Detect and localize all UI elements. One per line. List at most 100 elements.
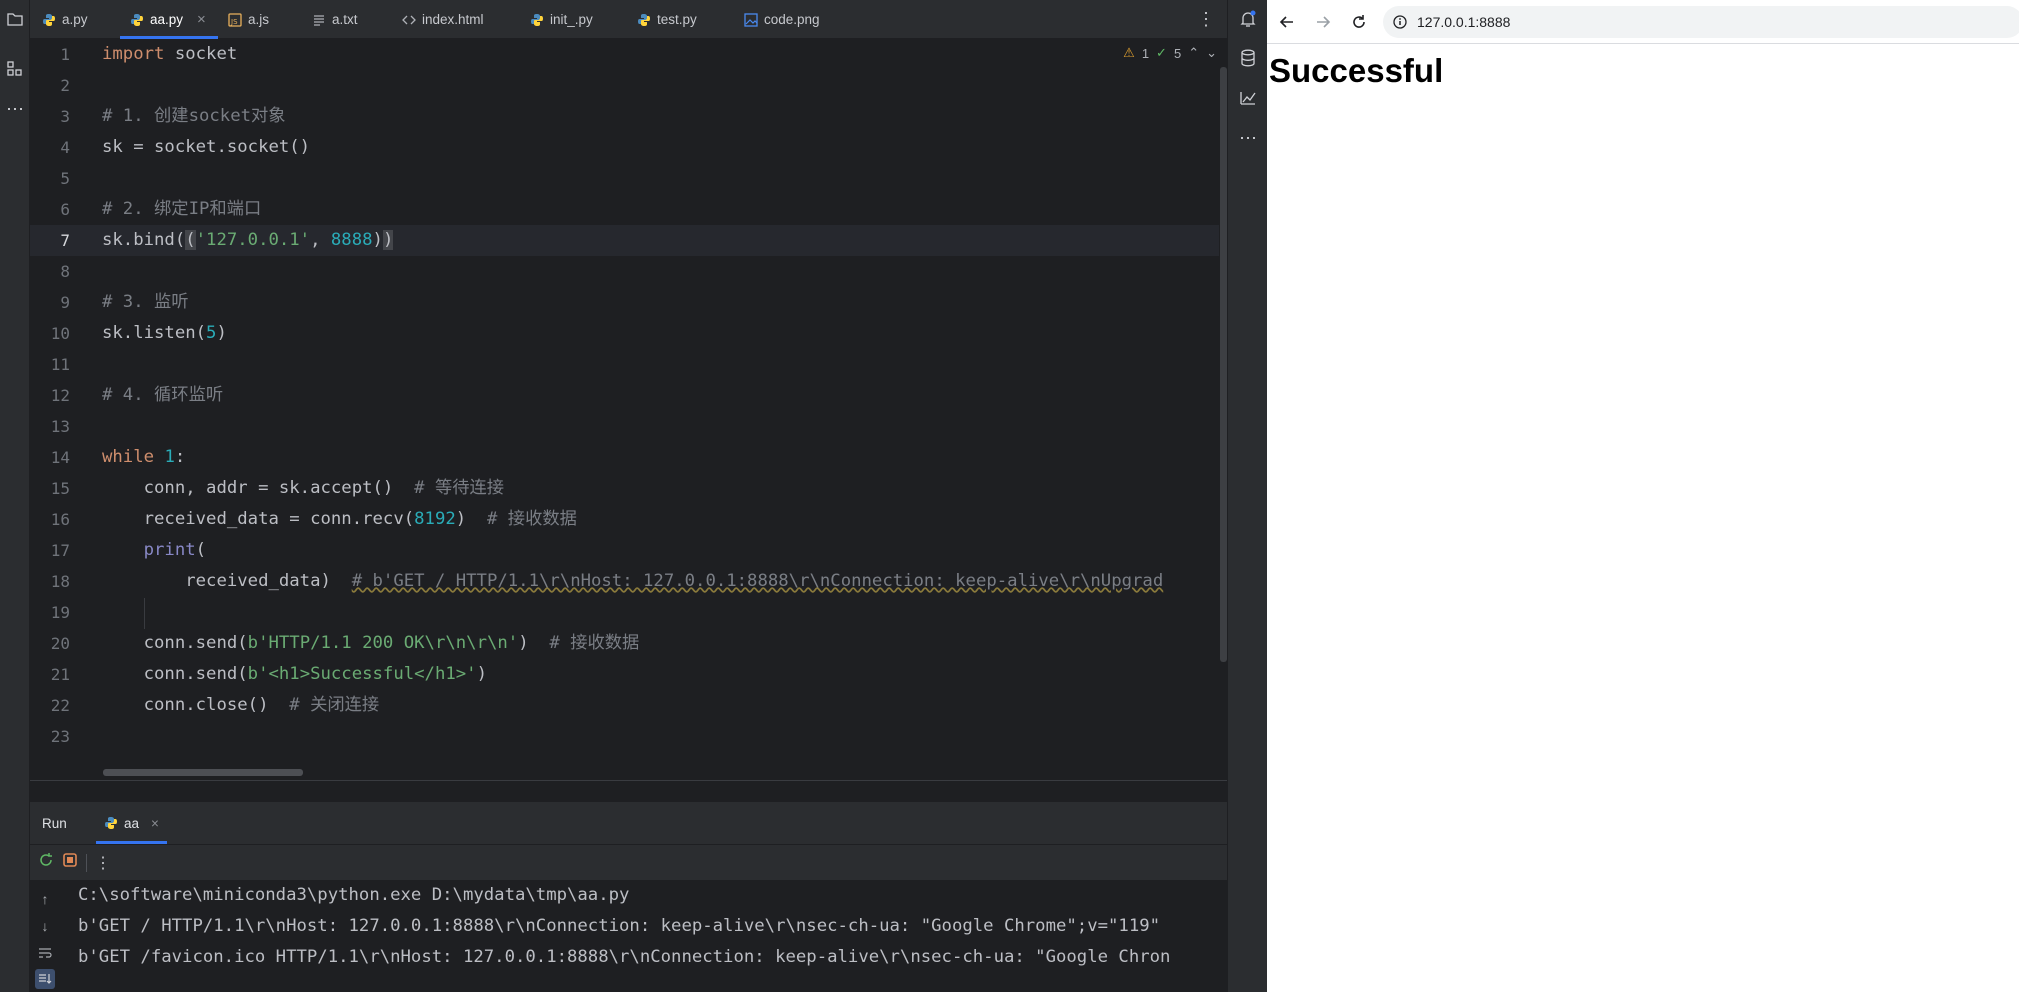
line-number: 12 bbox=[50, 386, 70, 405]
code-text: ( bbox=[195, 540, 207, 560]
rerun-icon[interactable] bbox=[38, 852, 54, 873]
arrow-down-icon[interactable]: ↓ bbox=[35, 916, 55, 936]
comment: # 4. 循环监听 bbox=[102, 385, 224, 405]
run-tab-close-icon[interactable]: × bbox=[151, 816, 159, 831]
run-tab-aa[interactable]: aa × bbox=[96, 802, 167, 844]
code-line-1: import socket bbox=[102, 39, 237, 70]
code-line-3: # 1. 创建socket对象 bbox=[102, 101, 286, 132]
comment: # 1. 创建socket对象 bbox=[102, 106, 286, 126]
database-icon[interactable] bbox=[1236, 46, 1260, 70]
tab-label: a.js bbox=[248, 12, 270, 27]
profiler-chart-icon[interactable] bbox=[1236, 86, 1260, 110]
tab-label: code.png bbox=[764, 12, 820, 27]
html-file-icon bbox=[402, 15, 416, 24]
tab-label: a.py bbox=[62, 12, 88, 27]
back-button[interactable] bbox=[1275, 10, 1299, 34]
notifications-bell-icon[interactable] bbox=[1236, 7, 1260, 31]
code-line-21: conn.send(b'<h1>Successful</h1>') bbox=[102, 659, 487, 690]
matched-bracket: ( bbox=[185, 230, 196, 250]
more-tools-icon[interactable]: ⋯ bbox=[0, 94, 30, 124]
tab-test-py[interactable]: test.py bbox=[637, 0, 697, 39]
address-bar[interactable]: 127.0.0.1:8888 bbox=[1383, 6, 2019, 38]
code-editor[interactable]: 1 2 3 4 5 6 7 8 9 10 11 12 13 14 15 16 1… bbox=[30, 39, 1227, 780]
line-number: 14 bbox=[50, 448, 70, 467]
project-folder-icon[interactable] bbox=[0, 4, 30, 34]
line-number-current: 7 bbox=[60, 231, 70, 250]
panel-divider[interactable] bbox=[30, 780, 1227, 802]
tab-code-png[interactable]: code.png bbox=[744, 0, 820, 39]
right-tool-strip: ⋯ bbox=[1227, 0, 1267, 992]
tab-index-html[interactable]: index.html bbox=[402, 0, 484, 39]
keyword: import bbox=[102, 44, 165, 64]
tab-label: aa.py bbox=[150, 12, 184, 27]
comment: # b'GET / HTTP/1.1\r\nHost: 127.0.0.1:88… bbox=[351, 571, 1164, 591]
console-line: b'GET /favicon.ico HTTP/1.1\r\nHost: 127… bbox=[78, 947, 1171, 967]
text-file-icon bbox=[314, 14, 324, 26]
string-literal: b'HTTP/1.1 200 OK\r\n\r\n' bbox=[247, 633, 519, 653]
more-icon[interactable]: ⋯ bbox=[1236, 126, 1260, 150]
line-number: 6 bbox=[60, 200, 70, 219]
comment: # 关闭连接 bbox=[289, 695, 380, 715]
tab-label: init_.py bbox=[550, 12, 593, 27]
tab-aa-py[interactable]: aa.py × bbox=[120, 0, 218, 39]
code-area[interactable]: import socket # 1. 创建socket对象 sk = socke… bbox=[102, 39, 1219, 780]
line-number-gutter: 1 2 3 4 5 6 7 8 9 10 11 12 13 14 15 16 1… bbox=[30, 39, 102, 780]
page-heading: Successful bbox=[1269, 52, 1444, 89]
soft-wrap-icon[interactable] bbox=[35, 943, 55, 963]
code-line-14: while 1: bbox=[102, 442, 185, 473]
code-text: received_data) bbox=[102, 571, 352, 591]
builtin-function: print bbox=[143, 540, 196, 560]
chevron-down-icon[interactable]: ⌄ bbox=[1206, 45, 1217, 61]
line-number: 11 bbox=[50, 355, 70, 374]
code-line-17: print( bbox=[102, 535, 206, 566]
tab-init-py[interactable]: init_.py bbox=[530, 0, 593, 39]
code-text: ) bbox=[455, 509, 487, 529]
run-console[interactable]: ↑ ↓ C:\software\miniconda3\python.exe D:… bbox=[30, 880, 1227, 992]
tab-a-js[interactable]: JS a.js bbox=[228, 0, 269, 39]
line-number: 16 bbox=[50, 510, 70, 529]
code-text: received_data = conn.recv( bbox=[102, 509, 415, 529]
line-number: 10 bbox=[50, 324, 70, 343]
reload-button[interactable] bbox=[1347, 10, 1371, 34]
code-text: sk.listen( bbox=[102, 323, 207, 343]
line-number: 1 bbox=[60, 45, 70, 64]
warning-count: 1 bbox=[1141, 45, 1150, 61]
horizontal-scrollbar[interactable] bbox=[103, 769, 303, 776]
more-tabs-button[interactable]: ⋮ bbox=[1197, 0, 1215, 39]
run-toolbar: ⋮ bbox=[30, 844, 1227, 880]
url-text[interactable]: 127.0.0.1:8888 bbox=[1417, 14, 1510, 30]
tab-close-icon[interactable]: × bbox=[197, 11, 206, 28]
stop-icon[interactable] bbox=[62, 852, 78, 873]
code-line-10: sk.listen(5) bbox=[102, 318, 227, 349]
string-literal: b'<h1>Successful</h1>' bbox=[247, 664, 477, 684]
comment: # 等待连接 bbox=[414, 478, 505, 498]
check-icon: ✓ bbox=[1156, 45, 1167, 60]
number-literal: 5 bbox=[206, 323, 217, 343]
code-line-16: received_data = conn.recv(8192) # 接收数据 bbox=[102, 504, 577, 535]
inspection-widget[interactable]: ⚠ 1 ✓ 5 ⌃ ⌄ bbox=[1123, 45, 1217, 61]
arrow-right-icon bbox=[1317, 16, 1331, 28]
line-number: 18 bbox=[50, 572, 70, 591]
more-options-icon[interactable]: ⋮ bbox=[95, 853, 111, 873]
tab-a-py[interactable]: a.py bbox=[42, 0, 88, 39]
info-icon[interactable] bbox=[1393, 15, 1407, 29]
comment: # 2. 绑定IP和端口 bbox=[102, 199, 262, 219]
code-text: sk.bind( bbox=[102, 230, 186, 250]
arrow-up-icon[interactable]: ↑ bbox=[35, 889, 55, 909]
code-line-9: # 3. 监听 bbox=[102, 287, 189, 318]
scroll-to-end-icon[interactable] bbox=[35, 969, 55, 989]
tab-a-txt[interactable]: a.txt bbox=[312, 0, 358, 39]
chevron-up-icon[interactable]: ⌃ bbox=[1188, 45, 1199, 61]
vertical-scrollbar[interactable] bbox=[1220, 67, 1227, 662]
comment: # 接收数据 bbox=[486, 509, 577, 529]
line-number: 17 bbox=[50, 541, 70, 560]
python-file-icon bbox=[105, 817, 117, 829]
forward-button[interactable] bbox=[1311, 10, 1335, 34]
code-text: ) bbox=[518, 633, 550, 653]
code-text: ) bbox=[372, 230, 383, 250]
code-text: , bbox=[310, 230, 331, 250]
line-number: 5 bbox=[60, 169, 70, 188]
structure-icon[interactable] bbox=[0, 54, 30, 84]
